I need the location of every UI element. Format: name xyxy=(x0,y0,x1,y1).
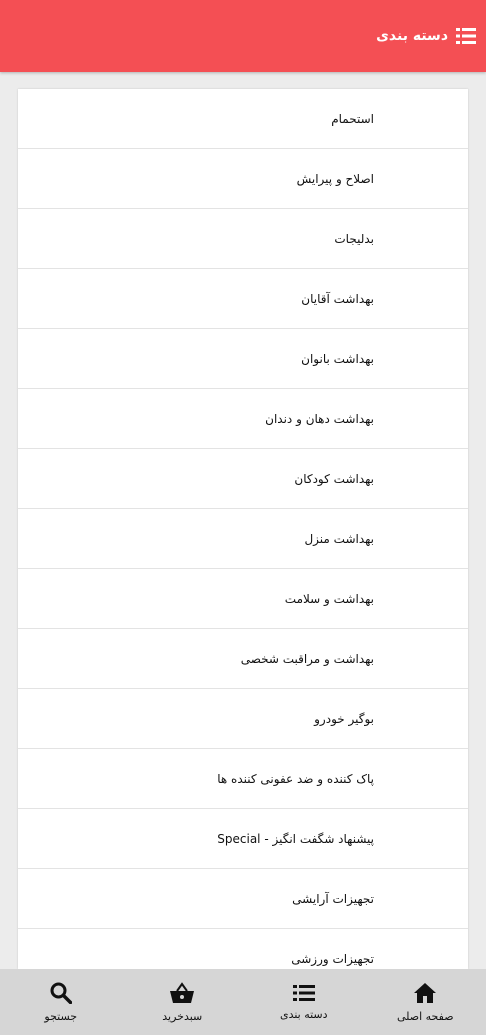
home-icon xyxy=(413,982,437,1004)
nav-cart[interactable]: سبدخرید xyxy=(122,981,242,1023)
category-item[interactable]: پاک کننده و ضد عفونی کننده ها xyxy=(18,749,468,809)
category-item[interactable]: بهداشت آقایان xyxy=(18,269,468,329)
category-item[interactable]: اصلاح و پیرایش xyxy=(18,149,468,209)
list-icon xyxy=(292,984,315,1002)
category-item[interactable]: تجهیزات آرایشی xyxy=(18,869,468,929)
nav-home[interactable]: صفحه اصلی xyxy=(365,982,485,1023)
nav-categories-label: دسته بندی xyxy=(279,1007,328,1021)
category-item[interactable]: پیشنهاد شگفت انگیز - Special xyxy=(18,809,468,869)
nav-home-label: صفحه اصلی xyxy=(396,1009,454,1023)
category-item[interactable]: بهداشت دهان و دندان xyxy=(18,389,468,449)
category-item[interactable]: بوگیر خودرو xyxy=(18,689,468,749)
search-icon xyxy=(50,982,72,1004)
nav-cart-label: سبدخرید xyxy=(162,1009,203,1023)
nav-search-label: جستجو xyxy=(44,1009,78,1023)
category-item[interactable]: بهداشت منزل xyxy=(18,509,468,569)
app-bar: دسته بندی xyxy=(0,0,486,72)
category-item[interactable]: بهداشت بانوان xyxy=(18,329,468,389)
category-item[interactable]: تجهیزات ورزشی xyxy=(18,929,468,969)
page-title: دسته بندی xyxy=(376,28,448,44)
category-item[interactable]: بهداشت و سلامت xyxy=(18,569,468,629)
category-item[interactable]: استحمام xyxy=(18,89,468,149)
category-list: استحمام اصلاح و پیرایش بدلیجات بهداشت آق… xyxy=(18,89,468,969)
bottom-nav: صفحه اصلی دسته بندی سبدخرید جستجو xyxy=(0,969,486,1035)
category-item[interactable]: بدلیجات xyxy=(18,209,468,269)
list-icon[interactable] xyxy=(456,27,476,45)
nav-search[interactable]: جستجو xyxy=(1,982,121,1023)
basket-icon xyxy=(169,981,195,1004)
category-item[interactable]: بهداشت کودکان xyxy=(18,449,468,509)
category-item[interactable]: بهداشت و مراقبت شخصی xyxy=(18,629,468,689)
nav-categories[interactable]: دسته بندی xyxy=(244,984,364,1021)
